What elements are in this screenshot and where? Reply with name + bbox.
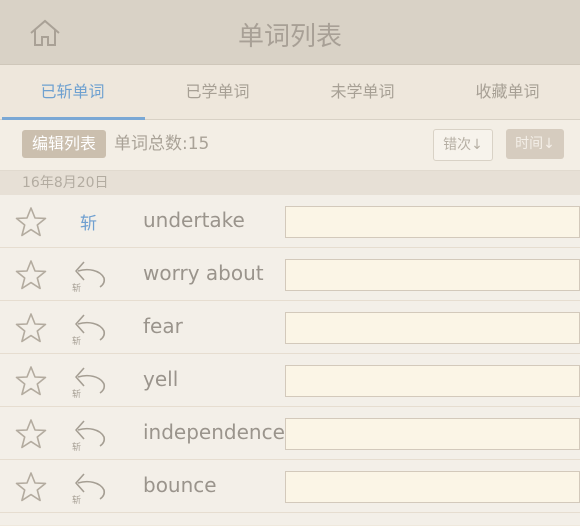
list-item: 斩 worry about bbox=[0, 248, 580, 301]
sort-by-time-button[interactable]: 时间↓ bbox=[506, 129, 564, 159]
word-text: bounce bbox=[143, 473, 217, 497]
word-answer-input[interactable] bbox=[285, 418, 580, 450]
undo-cut-icon[interactable]: 斩 bbox=[70, 256, 110, 294]
cut-status-label: 斩 bbox=[72, 335, 81, 347]
word-text: yell bbox=[143, 367, 179, 391]
undo-cut-icon[interactable]: 斩 bbox=[70, 309, 110, 347]
undo-cut-icon[interactable]: 斩 bbox=[70, 415, 110, 453]
word-text: fear bbox=[143, 314, 183, 338]
star-icon[interactable] bbox=[15, 206, 47, 238]
undo-cut-icon[interactable]: 斩 bbox=[70, 362, 110, 400]
word-text: undertake bbox=[143, 208, 245, 232]
star-icon[interactable] bbox=[15, 365, 47, 397]
list-item: 斩 independence bbox=[0, 407, 580, 460]
tab-favorite-words[interactable]: 收藏单词 bbox=[435, 65, 580, 119]
list-item: 斩 fear bbox=[0, 301, 580, 354]
sort-by-errors-button[interactable]: 错次↓ bbox=[433, 129, 493, 161]
star-icon[interactable] bbox=[15, 312, 47, 344]
undo-cut-icon[interactable]: 斩 bbox=[70, 468, 110, 506]
word-answer-input[interactable] bbox=[285, 471, 580, 503]
word-answer-input[interactable] bbox=[285, 206, 580, 238]
tab-unlearned-words[interactable]: 未学单词 bbox=[290, 65, 435, 119]
star-icon[interactable] bbox=[15, 418, 47, 450]
cut-status-label: 斩 bbox=[72, 282, 81, 294]
star-icon[interactable] bbox=[15, 471, 47, 503]
list-item: 斩 bounce bbox=[0, 460, 580, 513]
cut-status-label: 斩 bbox=[72, 494, 81, 506]
cut-status-label: 斩 bbox=[72, 388, 81, 400]
date-group-header: 16年8月20日 bbox=[0, 171, 580, 195]
page-title: 单词列表 bbox=[237, 22, 342, 52]
tab-cut-words[interactable]: 已斩单词 bbox=[0, 65, 145, 120]
cut-status-label: 斩 bbox=[72, 441, 81, 453]
word-list: 斩 undertake 斩 worry about 斩 fear 斩 yell … bbox=[0, 195, 580, 525]
tab-bar: 已斩单词 已学单词 未学单词 收藏单词 bbox=[0, 65, 580, 120]
app-window: 单词列表 已斩单词 已学单词 未学单词 收藏单词 编辑列表 单词总数:15 错次… bbox=[0, 0, 580, 526]
list-item: 斩 yell bbox=[0, 354, 580, 407]
word-count: 单词总数:15 bbox=[114, 134, 210, 154]
star-icon[interactable] bbox=[15, 259, 47, 291]
header-bar: 单词列表 bbox=[0, 0, 580, 65]
list-item: 斩 undertake bbox=[0, 195, 580, 248]
word-answer-input[interactable] bbox=[285, 365, 580, 397]
list-item bbox=[0, 513, 580, 525]
word-text: worry about bbox=[143, 261, 264, 285]
word-answer-input[interactable] bbox=[285, 259, 580, 291]
tab-learned-words[interactable]: 已学单词 bbox=[145, 65, 290, 119]
list-toolbar: 编辑列表 单词总数:15 错次↓ 时间↓ bbox=[0, 120, 580, 171]
cut-status-label[interactable]: 斩 bbox=[80, 209, 97, 234]
word-text: independence bbox=[143, 420, 285, 444]
word-answer-input[interactable] bbox=[285, 312, 580, 344]
edit-list-button[interactable]: 编辑列表 bbox=[22, 130, 106, 158]
